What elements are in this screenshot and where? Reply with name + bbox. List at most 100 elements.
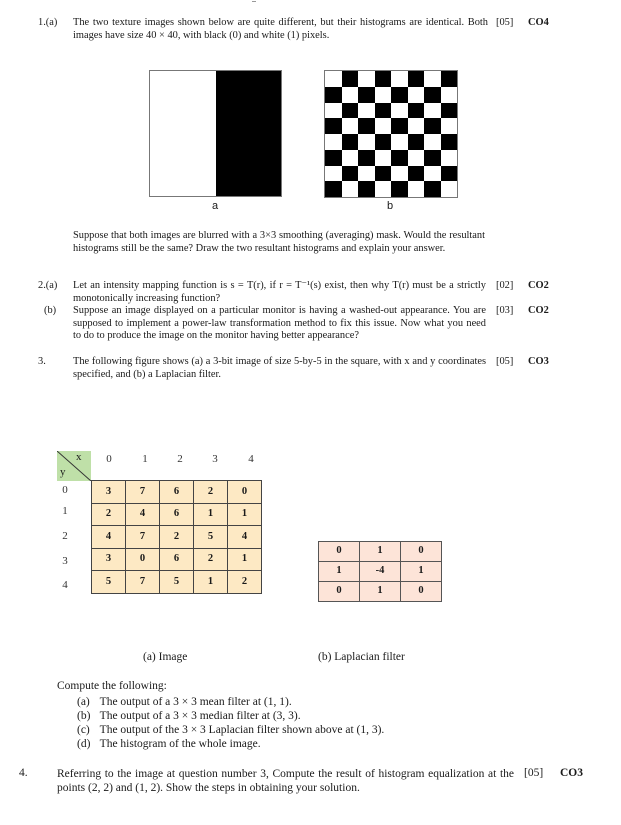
checker-cell — [358, 86, 375, 103]
sub-question-b: (b) The output of a 3 × 3 median filter … — [77, 710, 301, 723]
checker-cell — [325, 102, 342, 119]
pixel-cell: 7 — [125, 570, 160, 594]
x-axis-label: x — [76, 451, 82, 463]
image-pixel-grid: 3 7 6 2 0 2 4 6 1 1 4 7 2 5 4 3 0 6 2 1 … — [91, 480, 262, 594]
question-1a-text: The two texture images shown below are q… — [73, 17, 488, 41]
pixel-cell: 3 — [91, 547, 126, 571]
checker-cell — [424, 181, 441, 197]
image-row: 3 7 6 2 0 — [91, 480, 262, 504]
question-4-marks: [05] — [524, 767, 544, 779]
white-half — [150, 71, 216, 196]
pixel-cell: 1 — [193, 502, 228, 526]
checker-cell — [325, 71, 342, 87]
sub-question-label: (a) — [77, 696, 90, 708]
sub-question-text: The output of a 3 × 3 mean filter at (1,… — [99, 696, 292, 708]
checker-cell — [358, 102, 375, 119]
checker-cell — [440, 86, 457, 103]
image-caption: (a) Image — [143, 651, 188, 663]
figure-b-label: b — [387, 200, 394, 212]
filter-row: 0 1 0 — [318, 581, 442, 602]
checker-cell — [374, 134, 391, 150]
question-3-co: CO3 — [528, 356, 549, 367]
filter-cell: 1 — [359, 581, 401, 602]
checker-cell — [440, 165, 457, 182]
checker-cell — [391, 165, 408, 182]
pixel-cell: 6 — [159, 547, 194, 571]
question-2a-marks: [02] — [496, 280, 514, 291]
checker-cell — [440, 149, 457, 166]
sub-question-text: The histogram of the whole image. — [99, 738, 261, 750]
question-3-number: 3. — [38, 356, 46, 367]
checker-cell — [358, 71, 375, 87]
question-2a-text: Let an intensity mapping function is s =… — [73, 280, 486, 304]
question-2a-number: 2.(a) — [38, 280, 58, 291]
pixel-cell: 4 — [125, 502, 160, 526]
y-coord: 0 — [62, 484, 68, 496]
x-coord: 1 — [142, 453, 148, 465]
checker-cell — [341, 181, 358, 197]
checker-cell — [374, 181, 391, 197]
checker-cell — [440, 71, 457, 87]
checker-cell — [325, 181, 342, 197]
checker-cell — [341, 118, 358, 134]
checker-cell — [358, 118, 375, 134]
checker-cell — [440, 134, 457, 150]
image-row: 5 7 5 1 2 — [91, 570, 262, 594]
pixel-cell: 6 — [159, 480, 194, 504]
question-2b-number: (b) — [44, 305, 57, 316]
checker-cell — [440, 118, 457, 134]
question-2a-co: CO2 — [528, 280, 549, 291]
question-2b-co: CO2 — [528, 305, 549, 316]
sub-question-label: (b) — [77, 710, 91, 722]
checker-cell — [325, 149, 342, 166]
texture-image-a — [149, 70, 282, 197]
checker-cell — [440, 102, 457, 119]
filter-cell: 1 — [400, 561, 442, 582]
pixel-cell: 2 — [193, 547, 228, 571]
question-3-marks: [05] — [496, 356, 514, 367]
question-2b-text: Suppose an image displayed on a particul… — [73, 305, 486, 341]
texture-image-b-checkerboard — [324, 70, 458, 198]
checker-cell — [424, 102, 441, 119]
filter-cell: 1 — [359, 541, 401, 562]
checker-cell — [424, 118, 441, 134]
checker-cell — [358, 181, 375, 197]
checker-cell — [358, 134, 375, 150]
image-row: 2 4 6 1 1 — [91, 502, 262, 526]
page-top-mark — [252, 1, 256, 2]
checker-cell — [391, 71, 408, 87]
checker-cell — [424, 149, 441, 166]
checker-cell — [407, 71, 424, 87]
checker-cell — [407, 149, 424, 166]
checker-cell — [374, 149, 391, 166]
checker-cell — [407, 165, 424, 182]
filter-cell: 0 — [400, 541, 442, 562]
question-1a-co: CO4 — [528, 17, 549, 28]
pixel-cell: 6 — [159, 502, 194, 526]
y-coord: 2 — [62, 530, 68, 542]
checker-cell — [407, 134, 424, 150]
checker-cell — [341, 102, 358, 119]
checker-cell — [391, 134, 408, 150]
pixel-cell: 7 — [125, 480, 160, 504]
pixel-cell: 3 — [91, 480, 126, 504]
pixel-cell: 2 — [91, 502, 126, 526]
checker-cell — [391, 102, 408, 119]
laplacian-filter-grid: 0 1 0 1 -4 1 0 1 0 — [318, 541, 442, 602]
filter-cell: 0 — [400, 581, 442, 602]
compute-heading: Compute the following: — [57, 680, 167, 692]
checker-cell — [341, 165, 358, 182]
x-coord: 4 — [248, 453, 254, 465]
filter-row: 0 1 0 — [318, 541, 442, 562]
question-1a-marks: [05] — [496, 17, 514, 28]
figure-a-label: a — [212, 200, 219, 212]
y-coord: 4 — [62, 579, 68, 591]
filter-cell: 1 — [318, 561, 360, 582]
pixel-cell: 1 — [227, 502, 262, 526]
checker-cell — [407, 181, 424, 197]
sub-question-d: (d) The histogram of the whole image. — [77, 738, 261, 751]
pixel-cell: 2 — [193, 480, 228, 504]
checker-cell — [424, 134, 441, 150]
checker-cell — [341, 71, 358, 87]
pixel-cell: 1 — [193, 570, 228, 594]
